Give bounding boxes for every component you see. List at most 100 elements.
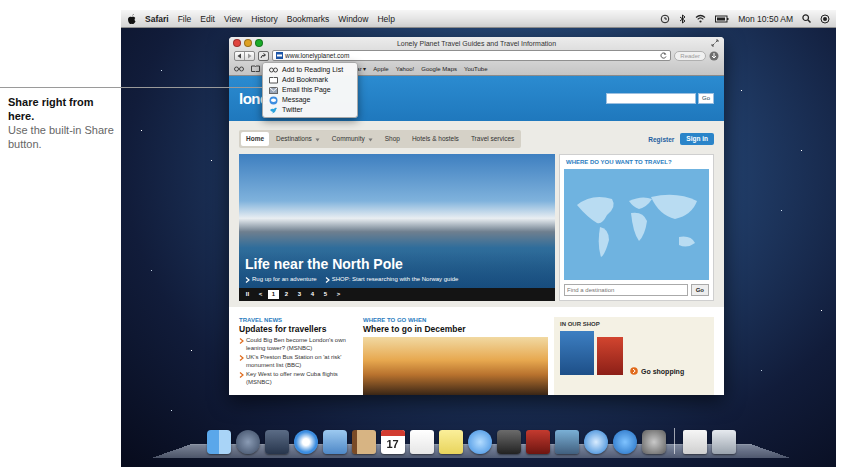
register-link[interactable]: Register [648,136,674,143]
itunes-icon[interactable] [584,430,608,454]
share-menu-item[interactable]: Add Bookmark [263,75,357,85]
zoom-button[interactable] [255,39,263,47]
carousel-button[interactable]: > [333,290,344,299]
nav-label[interactable]: Community [332,134,365,144]
facetime-icon[interactable] [497,430,521,454]
menu-item[interactable]: Bookmarks [287,14,330,24]
site-search-field[interactable] [606,93,696,104]
mission-control-icon[interactable] [265,430,289,454]
nav-tab[interactable]: Destinations [271,132,325,146]
battery-icon[interactable] [715,15,729,23]
apple-icon[interactable] [127,14,136,24]
bookmark[interactable]: Apple [373,65,388,73]
downloads-icon[interactable] [683,430,707,454]
hero-link[interactable]: Rug up for an adventure [245,275,317,283]
contacts-icon[interactable] [352,430,376,454]
minimize-button[interactable] [244,39,252,47]
share-menu-label[interactable]: Add to Reading List [282,65,343,75]
share-menu-label[interactable]: Twitter [282,105,303,115]
share-menu-item[interactable]: Email this Page [263,85,357,95]
nav-label[interactable]: Shop [385,134,400,144]
menu-item[interactable]: File [178,14,192,24]
bookmark[interactable]: Google Maps [421,65,457,73]
book-cover[interactable] [597,337,623,375]
share-menu-item[interactable]: Add to Reading List [263,65,357,75]
calendar-icon[interactable]: 17 [381,430,405,454]
safari-icon[interactable] [294,430,318,454]
nav-tab[interactable]: Home [241,132,269,146]
hero-link[interactable]: SHOP: Start researching with the Norway … [325,275,459,283]
go-shopping-link[interactable]: Go shopping [641,368,684,375]
nav-tab[interactable]: Hotels & hostels [407,132,464,146]
carousel-button[interactable]: 3 [294,290,305,299]
when-photo[interactable] [363,337,548,395]
news-item[interactable]: Could Big Ben become London's own leanin… [239,337,357,352]
reminders-icon[interactable] [410,430,434,454]
site-search-button[interactable]: Go [698,93,714,104]
destination-input[interactable] [564,284,688,296]
notes-icon[interactable] [439,430,463,454]
fullscreen-icon[interactable] [711,39,719,47]
nav-tab[interactable]: Shop [380,132,405,146]
hero-carousel[interactable]: Life near the North Pole Rug up for an ad… [239,154,555,301]
calendar-day[interactable]: 17 [381,436,405,452]
downloads-icon[interactable] [709,51,719,61]
share-menu-label[interactable]: Message [282,95,310,105]
reading-list-icon[interactable] [234,66,244,72]
finder-go-button[interactable]: Go [691,284,709,296]
bookmark[interactable]: YouTube [464,65,488,73]
sign-in-button[interactable]: Sign in [680,133,714,145]
close-button[interactable] [233,39,241,47]
hero-title[interactable]: Life near the North Pole [245,256,549,273]
menu-item[interactable]: History [251,14,277,24]
forward-icon[interactable] [245,52,254,60]
news-title[interactable]: Updates for travellers [239,324,357,334]
url-text[interactable]: www.lonelyplanet.com [285,51,658,60]
menu-item[interactable]: Window [338,14,368,24]
launchpad-icon[interactable] [236,430,260,454]
bluetooth-icon[interactable] [679,14,686,24]
clock[interactable]: Mon 10:50 AM [738,14,793,24]
share-menu-item[interactable]: Message [263,95,357,105]
share-menu-item[interactable]: Twitter [263,105,357,115]
nav-label[interactable]: Home [246,134,264,144]
user-icon[interactable] [820,14,830,24]
address-field[interactable]: www.lonelyplanet.com [272,50,671,61]
wifi-icon[interactable] [695,14,706,23]
iphoto-icon[interactable] [555,430,579,454]
carousel-button[interactable]: < [255,290,266,299]
hero-link-text[interactable]: Rug up for an adventure [252,275,317,283]
share-icon[interactable] [258,51,269,61]
share-menu-label[interactable]: Add Bookmark [282,75,328,85]
news-item[interactable]: UK's Preston Bus Station on 'at risk' mo… [239,354,357,369]
share-menu-label[interactable]: Email this Page [282,85,331,95]
bookmark[interactable]: Yahoo! [396,65,415,73]
app-store-icon[interactable] [613,430,637,454]
app-menu[interactable]: Safari [145,14,169,24]
menu-item[interactable]: Edit [200,14,215,24]
system-preferences-icon[interactable] [642,430,666,454]
carousel-button[interactable]: 1 [268,290,279,299]
nav-tab[interactable]: Community [327,132,378,146]
news-link[interactable]: UK's Preston Bus Station on 'at risk' mo… [246,354,357,369]
carousel-button[interactable]: II [242,290,253,299]
menu-item[interactable]: View [224,14,242,24]
nav-label[interactable]: Hotels & hostels [412,134,459,144]
bookmarks-icon[interactable] [251,65,260,72]
time-machine-icon[interactable] [660,14,670,24]
spotlight-icon[interactable] [802,14,811,23]
news-link[interactable]: Key West to offer new Cuba flights (MSNB… [246,371,357,386]
finder-icon[interactable] [207,430,231,454]
when-title[interactable]: Where to go in December [363,324,548,334]
carousel-button[interactable]: 5 [320,290,331,299]
carousel-button[interactable]: 4 [307,290,318,299]
reload-icon[interactable] [660,52,667,59]
nav-tab[interactable]: Travel services [466,132,519,146]
go-shopping[interactable]: Go shopping [630,367,684,375]
nav-label[interactable]: Destinations [276,134,312,144]
reader-button[interactable]: Reader [674,51,706,61]
back-icon[interactable] [235,52,245,60]
news-link[interactable]: Could Big Ben become London's own leanin… [246,337,357,352]
carousel-button[interactable]: 2 [281,290,292,299]
menu-item[interactable]: Help [377,14,394,24]
